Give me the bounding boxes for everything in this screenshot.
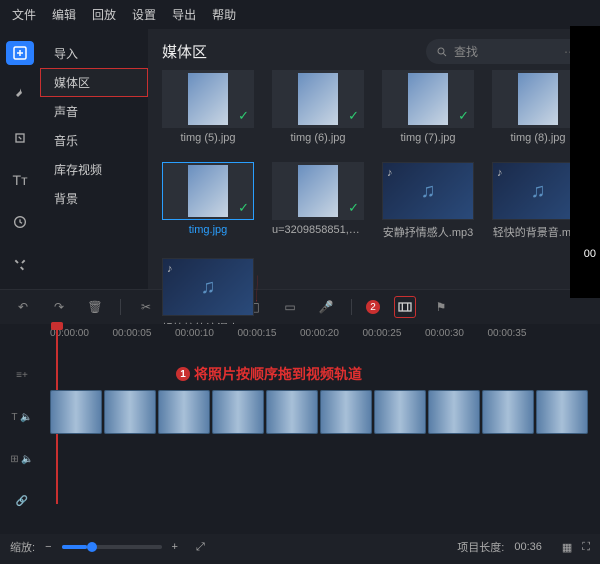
pin-tool-icon[interactable]: [6, 83, 34, 107]
timeline-clip[interactable]: [266, 390, 318, 434]
redo-icon[interactable]: ↷: [48, 296, 70, 318]
search-icon: [436, 46, 448, 58]
timeline-clip[interactable]: [428, 390, 480, 434]
media-thumb[interactable]: ✓timg (5).jpg: [162, 70, 254, 144]
thumb-label: 安静抒情感人.mp3: [382, 224, 474, 240]
category-item[interactable]: 背景: [40, 184, 148, 213]
timeline-clip[interactable]: [374, 390, 426, 434]
timeline: 00:00:0000:00:0500:00:1000:00:1500:00:20…: [0, 324, 600, 524]
cut-icon[interactable]: ✂: [135, 296, 157, 318]
media-thumb[interactable]: ✓timg (6).jpg: [272, 70, 364, 144]
thumb-label: timg (6).jpg: [272, 132, 364, 144]
annotation-step1: 1 将照片按顺序拖到视频轨道: [176, 364, 362, 384]
search-placeholder: 查找: [454, 43, 478, 60]
video-track-label[interactable]: ⊞ 🔈: [0, 438, 44, 480]
timeline-clip[interactable]: [50, 390, 102, 434]
thumb-label: timg (7).jpg: [382, 132, 474, 144]
category-item[interactable]: 音乐: [40, 126, 148, 155]
duration-value: 00:36: [514, 541, 542, 553]
category-item[interactable]: 导入: [40, 39, 148, 68]
left-toolstrip: Tт: [0, 29, 40, 289]
grid-icon[interactable]: ▦: [562, 541, 572, 554]
thumb-label: timg (5).jpg: [162, 132, 254, 144]
menubar: 文件编辑回放设置导出帮助: [0, 0, 600, 29]
thumb-label: timg.jpg: [162, 224, 254, 236]
import-tool-icon[interactable]: [6, 41, 34, 65]
track-labels: ≡+ T 🔈 ⊞ 🔈 🔗 ♫ 🔈: [0, 354, 44, 564]
zoom-in-icon[interactable]: +: [172, 541, 178, 553]
category-list: 导入媒体区声音音乐库存视频背景: [40, 29, 148, 289]
category-item[interactable]: 声音: [40, 97, 148, 126]
video-track[interactable]: [50, 390, 590, 434]
crop-tool-icon[interactable]: [6, 126, 34, 150]
media-thumb[interactable]: ✓u=3209858851,2126870829&fm=26&gp=0.j: [272, 162, 364, 240]
tools-tool-icon[interactable]: [6, 253, 34, 277]
menu-item[interactable]: 编辑: [52, 6, 76, 23]
category-item[interactable]: 媒体区: [40, 68, 148, 97]
fit-icon[interactable]: ⤢: [196, 541, 205, 554]
timeline-clip[interactable]: [536, 390, 588, 434]
media-thumb[interactable]: ✓timg.jpg: [162, 162, 254, 240]
duration-label: 项目长度:: [457, 539, 504, 555]
menu-item[interactable]: 回放: [92, 6, 116, 23]
media-zone: 媒体区 查找 ⋯ ✓timg (5).jpg✓timg (6).jpg✓timg…: [148, 29, 600, 289]
add-track-icon[interactable]: ≡+: [0, 354, 44, 396]
menu-item[interactable]: 帮助: [212, 6, 236, 23]
link-track-label[interactable]: 🔗: [0, 480, 44, 522]
status-bar: 缩放: − + ⤢ 项目长度: 00:36 ▦ ⛶: [0, 534, 600, 560]
menu-item[interactable]: 导出: [172, 6, 196, 23]
clock-tool-icon[interactable]: [6, 210, 34, 234]
undo-icon[interactable]: ↶: [12, 296, 34, 318]
text-track-label[interactable]: T 🔈: [0, 396, 44, 438]
delete-icon[interactable]: 🗑: [84, 296, 106, 318]
timeline-clip[interactable]: [158, 390, 210, 434]
expand-icon[interactable]: ⛶: [582, 541, 590, 554]
zoom-label: 缩放:: [10, 539, 35, 555]
timeline-clip[interactable]: [212, 390, 264, 434]
media-thumb[interactable]: ✓timg (7).jpg: [382, 70, 474, 144]
preview-time: 00: [584, 248, 596, 260]
menu-item[interactable]: 文件: [12, 6, 36, 23]
media-thumb[interactable]: ♫♪安静抒情感人.mp3: [382, 162, 474, 240]
search-input[interactable]: 查找 ⋯: [426, 39, 586, 64]
menu-item[interactable]: 设置: [132, 6, 156, 23]
timeline-clip[interactable]: [104, 390, 156, 434]
timeline-ruler[interactable]: 00:00:0000:00:0500:00:1000:00:1500:00:20…: [0, 324, 600, 343]
media-thumbs: ✓timg (5).jpg✓timg (6).jpg✓timg (7).jpg✓…: [162, 70, 586, 336]
text-tool-icon[interactable]: Tт: [6, 168, 34, 192]
category-item[interactable]: 库存视频: [40, 155, 148, 184]
zoom-out-icon[interactable]: −: [45, 541, 51, 553]
media-title: 媒体区: [162, 41, 207, 62]
thumb-label: u=3209858851,2126870829&fm=26&gp=0.j: [272, 224, 364, 236]
zoom-slider[interactable]: [62, 545, 162, 549]
timeline-clip[interactable]: [482, 390, 534, 434]
timeline-clip[interactable]: [320, 390, 372, 434]
